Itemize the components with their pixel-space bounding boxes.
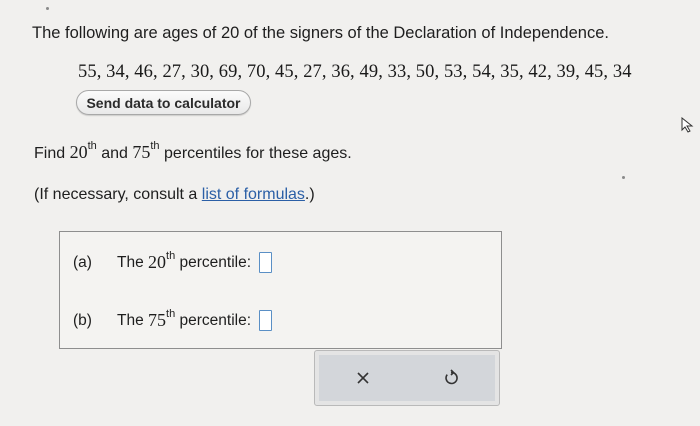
ordinal-20th: 20th: [148, 250, 176, 273]
x-icon-glyph: [357, 372, 369, 384]
undo-icon[interactable]: [436, 363, 466, 393]
ordinal-number: 20: [69, 142, 88, 162]
answer-label: percentile:: [179, 311, 252, 329]
formula-note-after: .): [304, 186, 315, 203]
answer-prefix: The: [117, 253, 144, 271]
ordinal-number: 75: [132, 142, 151, 162]
ordinal-suffix: th: [166, 308, 176, 320]
ordinal-number: 20: [148, 252, 167, 272]
ordinal-75th: 75th: [148, 308, 176, 331]
answer-label: percentile:: [179, 253, 252, 271]
answer-toolbar: [314, 350, 500, 406]
toolbar-inner: [319, 355, 495, 401]
speck: [46, 7, 49, 10]
instruction-find: Find: [34, 145, 66, 162]
part-label: (a): [73, 253, 92, 271]
instruction-rest: percentiles for these ages.: [164, 145, 352, 162]
speck: [622, 176, 625, 179]
percentile-20-input[interactable]: [259, 252, 273, 273]
data-values: 55, 34, 46, 27, 30, 69, 70, 45, 27, 36, …: [78, 62, 632, 82]
ordinal-20th: 20th: [69, 140, 97, 162]
part-label: (b): [73, 311, 92, 329]
ordinal-number: 75: [148, 310, 167, 330]
send-to-calculator-button[interactable]: Send data to calculator: [76, 90, 251, 115]
formula-note: (If necessary, consult a list of formula…: [34, 186, 315, 204]
undo-icon-glyph: [445, 369, 458, 385]
ordinal-suffix: th: [87, 140, 97, 152]
formula-note-before: (If necessary, consult a: [34, 186, 198, 203]
percentile-75-input[interactable]: [259, 310, 273, 331]
answer-row-a: (a) The 20th percentile:: [73, 250, 273, 273]
ordinal-suffix: th: [150, 140, 160, 152]
ordinal-75th: 75th: [132, 140, 160, 162]
answer-prefix: The: [117, 311, 144, 329]
answer-panel: (a) The 20th percentile: (b) The 75th pe…: [59, 231, 502, 349]
instruction-text: Find 20th and 75th percentiles for these…: [34, 140, 352, 163]
instruction-and: and: [101, 145, 128, 162]
answer-row-b: (b) The 75th percentile:: [73, 308, 273, 331]
mouse-cursor-icon: [681, 117, 694, 133]
ordinal-suffix: th: [166, 250, 176, 262]
problem-statement: The following are ages of 20 of the sign…: [32, 24, 609, 42]
x-icon[interactable]: [348, 363, 378, 393]
list-of-formulas-link[interactable]: list of formulas: [202, 186, 305, 203]
